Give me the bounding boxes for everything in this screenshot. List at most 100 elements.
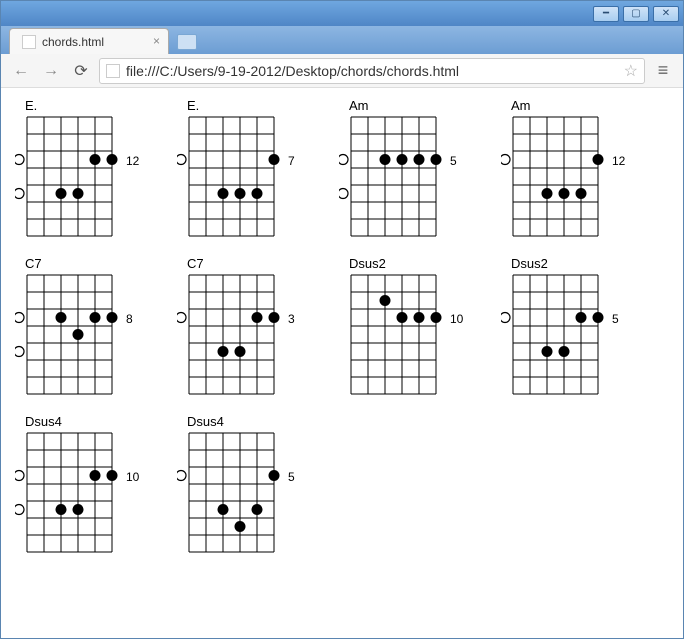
chord-name: Dsus4 (15, 414, 155, 429)
window-titlebar: ━ ▢ ✕ (1, 1, 683, 26)
finger-dot (107, 154, 118, 165)
finger-dot (559, 346, 570, 357)
fretboard (15, 273, 124, 396)
fret-number-label: 10 (450, 312, 463, 326)
finger-dot (56, 312, 67, 323)
fret-number-label: 7 (288, 154, 295, 168)
fretboard (177, 431, 286, 554)
close-window-button[interactable]: ✕ (653, 6, 679, 22)
browser-tab[interactable]: chords.html × (9, 28, 169, 54)
browser-window: ━ ▢ ✕ chords.html × ← → ⟳ file:///C:/Use… (0, 0, 684, 639)
fretboard (15, 115, 124, 238)
fretboard (501, 115, 610, 238)
fret-number-label: 5 (450, 154, 457, 168)
finger-dot (269, 312, 280, 323)
fret-number-label: 12 (126, 154, 139, 168)
chord-diagram: E. 12 (15, 98, 155, 238)
chord-name: E. (15, 98, 155, 113)
fret-number-label: 8 (126, 312, 133, 326)
chord-diagram: Am 12 (501, 98, 641, 238)
open-string-marker (15, 155, 24, 165)
chord-name: Am (339, 98, 479, 113)
tab-title: chords.html (42, 35, 104, 49)
finger-dot (56, 504, 67, 515)
finger-dot (56, 188, 67, 199)
finger-dot (107, 470, 118, 481)
forward-button[interactable]: → (39, 59, 63, 83)
finger-dot (73, 188, 84, 199)
finger-dot (73, 504, 84, 515)
page-icon (22, 35, 36, 49)
chord-diagram: E. 7 (177, 98, 317, 238)
maximize-button[interactable]: ▢ (623, 6, 649, 22)
fretboard (339, 115, 448, 238)
fret-number-label: 12 (612, 154, 625, 168)
close-tab-icon[interactable]: × (153, 34, 160, 48)
fretboard (501, 273, 610, 396)
finger-dot (90, 470, 101, 481)
back-button[interactable]: ← (9, 59, 33, 83)
chord-name: Am (501, 98, 641, 113)
open-string-marker (339, 189, 348, 199)
finger-dot (235, 521, 246, 532)
finger-dot (431, 312, 442, 323)
open-string-marker (177, 313, 186, 323)
tab-strip: chords.html × (1, 26, 683, 54)
finger-dot (397, 312, 408, 323)
finger-dot (252, 504, 263, 515)
finger-dot (542, 188, 553, 199)
chord-name: C7 (15, 256, 155, 271)
finger-dot (269, 470, 280, 481)
open-string-marker (501, 155, 510, 165)
chord-name: C7 (177, 256, 317, 271)
finger-dot (576, 188, 587, 199)
chord-diagram: C7 8 (15, 256, 155, 396)
finger-dot (542, 346, 553, 357)
finger-dot (380, 154, 391, 165)
finger-dot (576, 312, 587, 323)
site-icon (106, 64, 120, 78)
chord-diagram: Dsus45 (177, 414, 317, 554)
finger-dot (380, 295, 391, 306)
page-content: E. 12 E. 7 Am 5 Am 12 C7 8 C7 3 Dsus210 Dsus2 5 Dsus4 10… (1, 88, 683, 638)
finger-dot (235, 346, 246, 357)
bookmark-star-icon[interactable]: ☆ (624, 61, 638, 81)
chord-name: E. (177, 98, 317, 113)
menu-button[interactable]: ≡ (651, 59, 675, 83)
open-string-marker (177, 471, 186, 481)
chord-name: Dsus2 (501, 256, 641, 271)
finger-dot (235, 188, 246, 199)
chord-diagram: Dsus4 10 (15, 414, 155, 554)
finger-dot (414, 312, 425, 323)
new-tab-button[interactable] (177, 34, 197, 50)
chord-diagram: Dsus210 (339, 256, 479, 396)
open-string-marker (339, 155, 348, 165)
reload-button[interactable]: ⟳ (69, 59, 93, 83)
chord-name: Dsus4 (177, 414, 317, 429)
finger-dot (252, 312, 263, 323)
finger-dot (269, 154, 280, 165)
fret-number-label: 10 (126, 470, 139, 484)
finger-dot (218, 346, 229, 357)
open-string-marker (15, 189, 24, 199)
finger-dot (397, 154, 408, 165)
fretboard (339, 273, 448, 396)
finger-dot (73, 329, 84, 340)
address-bar[interactable]: file:///C:/Users/9-19-2012/Desktop/chord… (99, 58, 645, 84)
fret-number-label: 5 (612, 312, 619, 326)
minimize-button[interactable]: ━ (593, 6, 619, 22)
finger-dot (431, 154, 442, 165)
fret-number-label: 3 (288, 312, 295, 326)
finger-dot (252, 188, 263, 199)
chord-diagram: Am 5 (339, 98, 479, 238)
finger-dot (593, 154, 604, 165)
open-string-marker (15, 471, 24, 481)
finger-dot (90, 154, 101, 165)
open-string-marker (15, 347, 24, 357)
fretboard (177, 273, 286, 396)
finger-dot (90, 312, 101, 323)
chord-diagram: Dsus2 5 (501, 256, 641, 396)
chord-grid: E. 12 E. 7 Am 5 Am 12 C7 8 C7 3 Dsus210 Dsus2 5 Dsus4 10… (15, 98, 669, 554)
chord-diagram: C7 3 (177, 256, 317, 396)
finger-dot (107, 312, 118, 323)
